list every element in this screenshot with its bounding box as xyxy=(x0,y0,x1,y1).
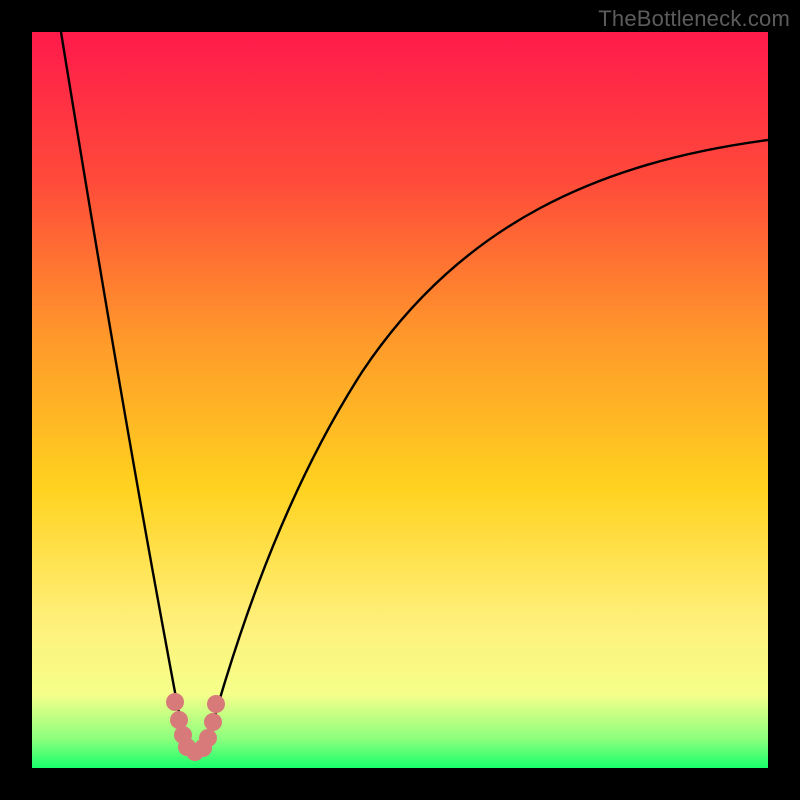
marker-dot xyxy=(204,713,222,731)
watermark-text: TheBottleneck.com xyxy=(598,6,790,32)
marker-dot xyxy=(166,693,184,711)
plot-area xyxy=(32,32,768,768)
gradient-background xyxy=(32,32,768,768)
marker-dot xyxy=(207,695,225,713)
chart-svg xyxy=(32,32,768,768)
chart-frame: TheBottleneck.com xyxy=(0,0,800,800)
marker-dot xyxy=(199,729,217,747)
